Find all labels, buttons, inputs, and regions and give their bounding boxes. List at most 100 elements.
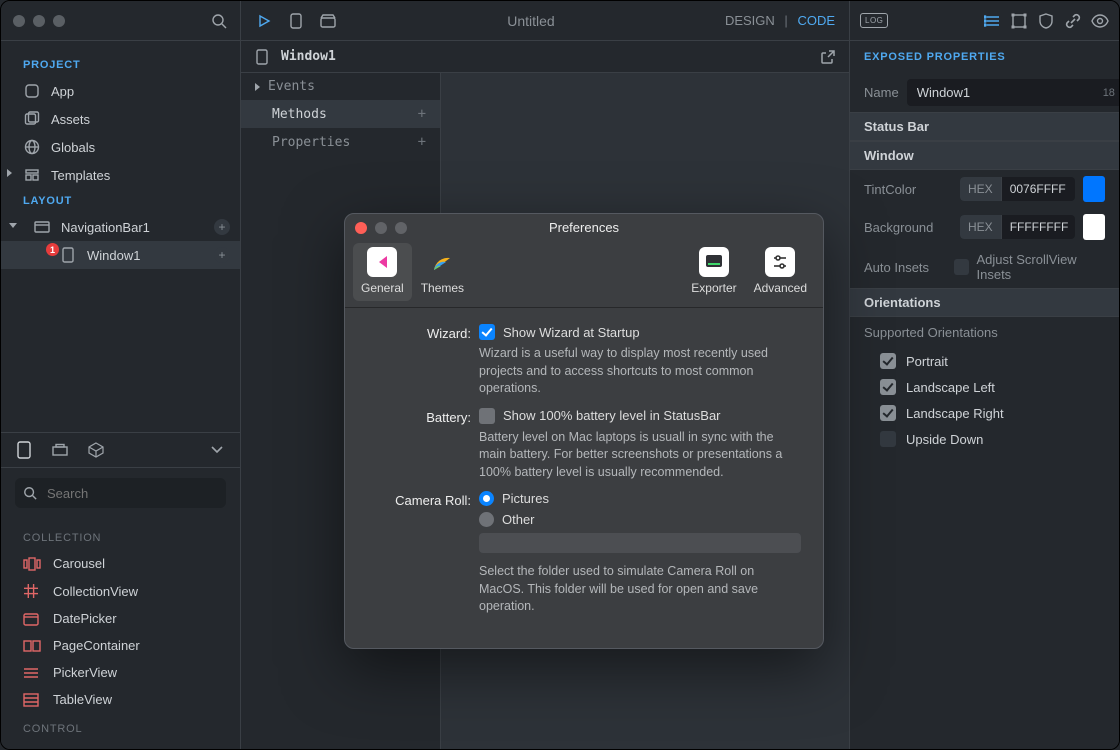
design-mode[interactable]: DESIGN <box>725 13 775 28</box>
bg-input[interactable] <box>1002 215 1075 239</box>
search-input[interactable] <box>45 485 225 502</box>
dialog-max-icon[interactable] <box>395 222 407 234</box>
lib-item-collectionview[interactable]: CollectionView <box>1 577 240 605</box>
pref-tab-exporter[interactable]: Exporter <box>683 243 744 301</box>
titlebar: Untitled DESIGN | CODE LOG <box>1 1 1119 41</box>
pref-tab-general[interactable]: General <box>353 243 412 301</box>
dialog-min-icon[interactable] <box>375 222 387 234</box>
traffic-min[interactable] <box>33 15 45 27</box>
lib-tab-3d-icon[interactable] <box>87 441 105 459</box>
traffic-close[interactable] <box>13 15 25 27</box>
tint-input[interactable] <box>1002 177 1075 201</box>
eye-icon[interactable] <box>1091 12 1109 30</box>
autoinsets-text: Adjust ScrollView Insets <box>977 252 1106 282</box>
bg-field[interactable]: HEX <box>960 215 1075 239</box>
app-icon <box>23 82 41 100</box>
layout-item-window[interactable]: 1 Window1 + <box>1 241 240 269</box>
radio[interactable] <box>479 512 494 527</box>
list-icon[interactable] <box>983 12 1001 30</box>
shield-icon[interactable] <box>1037 12 1055 30</box>
templates-icon <box>23 166 41 184</box>
link-icon[interactable] <box>1064 12 1082 30</box>
inspector-header: EXPOSED PROPERTIES <box>850 41 1119 73</box>
orient-portrait[interactable]: Portrait <box>850 348 1119 374</box>
lib-tab-views-icon[interactable] <box>15 441 33 459</box>
autoinsets-checkbox[interactable] <box>954 259 969 275</box>
popout-icon[interactable] <box>819 48 837 66</box>
orient-landscape-right[interactable]: Landscape Right <box>850 400 1119 426</box>
lib-item-pickerview[interactable]: PickerView <box>1 659 240 686</box>
left-sidebar: PROJECT App Assets Globals <box>1 41 241 750</box>
traffic-lights[interactable] <box>13 15 65 27</box>
document-title: Untitled <box>351 13 711 29</box>
log-button[interactable]: LOG <box>860 13 888 28</box>
outline-methods[interactable]: Methods + <box>241 100 440 128</box>
lib-label: TableView <box>53 692 112 707</box>
battery-check-label: Show 100% battery level in StatusBar <box>503 408 721 423</box>
checkbox[interactable] <box>880 431 896 447</box>
dialog-title: Preferences <box>407 220 761 235</box>
camera-path-field[interactable] <box>479 533 801 553</box>
section-statusbar[interactable]: Status Bar <box>850 112 1119 141</box>
camera-radio-other[interactable]: Other <box>479 512 801 527</box>
add-icon[interactable]: + <box>418 134 426 150</box>
name-input[interactable] <box>915 84 1095 101</box>
checkbox[interactable] <box>479 408 495 424</box>
prop-name-field[interactable]: 18 <box>907 79 1119 106</box>
hex-label: HEX <box>960 215 1002 239</box>
assets-icon <box>23 110 41 128</box>
lib-item-pagecontainer[interactable]: PageContainer <box>1 632 240 659</box>
battery-checkbox-row[interactable]: Show 100% battery level in StatusBar <box>479 408 801 424</box>
checkbox[interactable] <box>880 379 896 395</box>
dialog-close-icon[interactable] <box>355 222 367 234</box>
bounds-icon[interactable] <box>1010 12 1028 30</box>
lib-tab-layers-icon[interactable] <box>51 441 69 459</box>
library-tabs <box>1 433 240 468</box>
outline-events[interactable]: Events <box>241 73 440 100</box>
lib-label: Carousel <box>53 556 105 571</box>
camera-radio-pictures[interactable]: Pictures <box>479 491 801 506</box>
tint-field[interactable]: HEX <box>960 177 1075 201</box>
search-icon[interactable] <box>210 12 228 30</box>
section-orientations[interactable]: Orientations <box>850 288 1119 317</box>
bg-swatch[interactable] <box>1083 214 1105 240</box>
section-window[interactable]: Window <box>850 141 1119 170</box>
checkbox[interactable] <box>880 353 896 369</box>
add-icon[interactable]: + <box>418 106 426 122</box>
lib-item-carousel[interactable]: Carousel <box>1 550 240 577</box>
project-item-assets[interactable]: Assets <box>1 105 240 133</box>
traffic-max[interactable] <box>53 15 65 27</box>
layout-item-nav[interactable]: NavigationBar1 + <box>1 213 240 241</box>
project-item-app[interactable]: App <box>1 77 240 105</box>
wizard-check-label: Show Wizard at Startup <box>503 325 640 340</box>
orient-upside-down[interactable]: Upside Down <box>850 426 1119 452</box>
battery-label: Battery: <box>367 408 471 482</box>
pref-tab-themes[interactable]: Themes <box>413 243 472 301</box>
play-icon[interactable] <box>255 12 273 30</box>
project-item-globals[interactable]: Globals <box>1 133 240 161</box>
tint-swatch[interactable] <box>1083 176 1105 202</box>
library-search[interactable] <box>15 478 226 508</box>
orient-label: Portrait <box>906 354 948 369</box>
device-icon[interactable] <box>287 12 305 30</box>
add-icon[interactable]: + <box>214 219 230 235</box>
radio[interactable] <box>479 491 494 506</box>
checkbox[interactable] <box>479 324 495 340</box>
chevron-down-icon[interactable] <box>208 441 226 459</box>
add-icon[interactable]: + <box>214 247 230 263</box>
tree-label: Window1 <box>87 248 140 263</box>
general-icon <box>367 247 397 277</box>
code-mode[interactable]: CODE <box>797 13 835 28</box>
checkbox[interactable] <box>880 405 896 421</box>
orient-landscape-left[interactable]: Landscape Left <box>850 374 1119 400</box>
project-item-templates[interactable]: Templates <box>1 161 240 189</box>
wizard-checkbox-row[interactable]: Show Wizard at Startup <box>479 324 801 340</box>
lib-item-datepicker[interactable]: DatePicker <box>1 605 240 632</box>
outline-properties[interactable]: Properties + <box>241 128 440 156</box>
lib-item-tableview[interactable]: TableView <box>1 686 240 713</box>
lib-label: PageContainer <box>53 638 140 653</box>
dialog-traffic-lights[interactable] <box>355 222 407 234</box>
archive-icon[interactable] <box>319 12 337 30</box>
lib-label: DatePicker <box>53 611 117 626</box>
pref-tab-advanced[interactable]: Advanced <box>746 243 815 301</box>
